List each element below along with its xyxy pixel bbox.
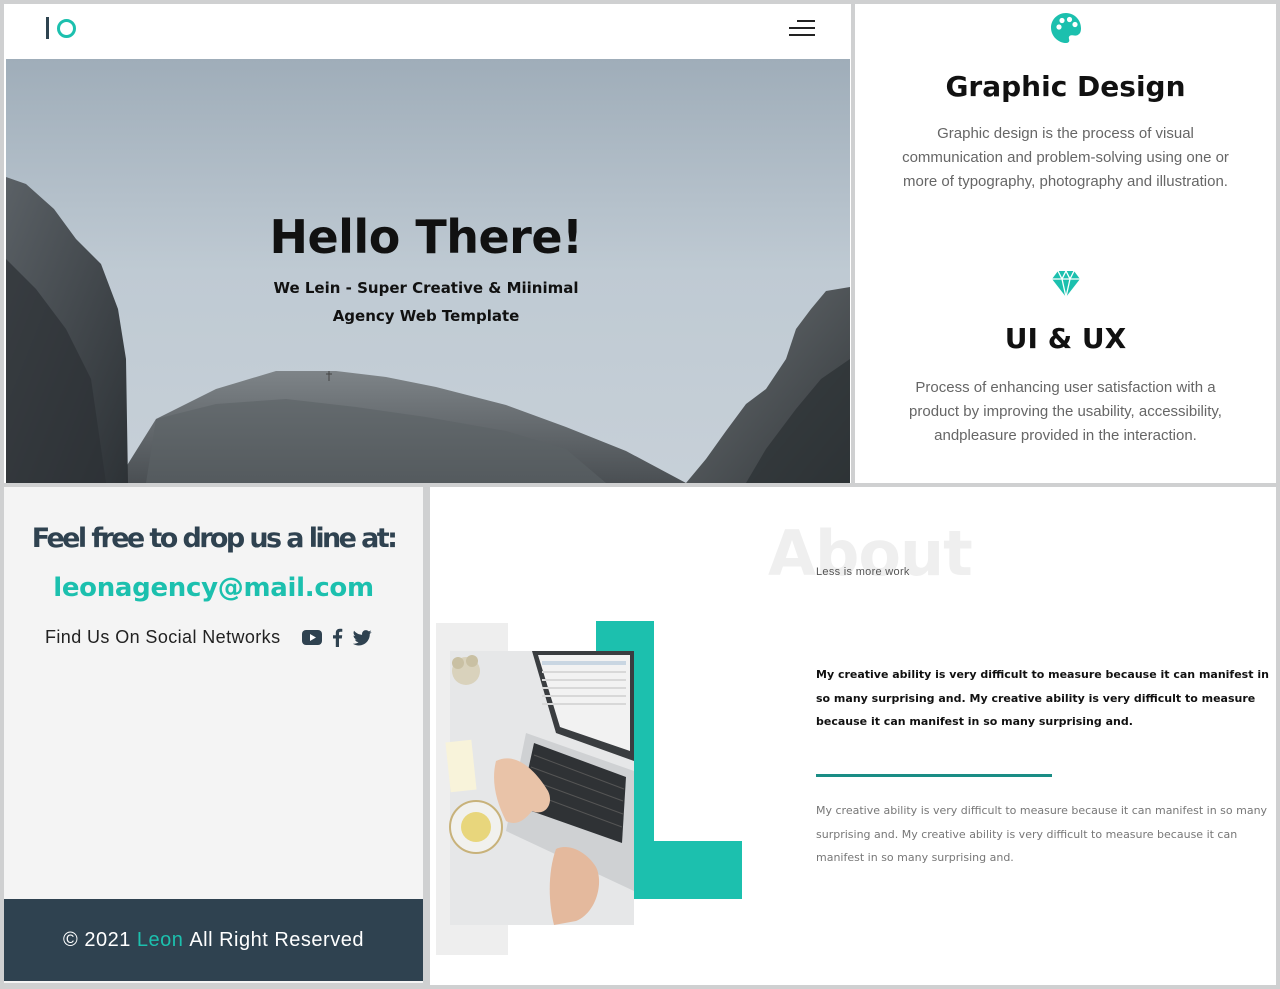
twitter-icon[interactable] [353, 629, 373, 646]
hero-subtitle-line-1: We Lein - Super Creative & Miinimal [273, 279, 579, 297]
service-title: UI & UX [1004, 322, 1127, 355]
palette-icon [1050, 13, 1081, 43]
footer-bar: © 2021 Leon All Right Reserved [4, 899, 423, 981]
contact-panel: Feel free to drop us a line at: leonagen… [4, 487, 423, 983]
contact-email-link[interactable]: leonagency@mail.com [4, 573, 423, 603]
about-laptop-illustration [436, 621, 742, 955]
hero-subtitle: We Lein - Super Creative & Miinimal Agen… [4, 274, 848, 330]
about-paragraph-light: My creative ability is very difficult to… [816, 804, 1268, 864]
hamburger-menu-icon[interactable] [789, 18, 815, 38]
social-row: Find Us On Social Networks [45, 627, 373, 648]
footer-rights: All Right Reserved [189, 928, 364, 951]
service-description: Graphic design is the process of visual … [902, 125, 1229, 190]
about-background-title: About [768, 517, 973, 590]
about-subtitle: Less is more work [816, 566, 910, 578]
social-label: Find Us On Social Networks [45, 627, 281, 647]
diamond-icon [1051, 270, 1080, 298]
hero-panel: Hello There! We Lein - Super Creative & … [4, 4, 851, 483]
facebook-icon[interactable] [332, 628, 343, 647]
top-navbar [4, 4, 851, 59]
about-paragraph-bold: My creative ability is very difficult to… [816, 668, 1269, 728]
footer-copyright: © 2021 [63, 928, 131, 951]
logo[interactable] [46, 17, 76, 39]
footer-brand-link[interactable]: Leon [137, 929, 184, 952]
services-panel: Graphic Design Graphic design is the pro… [855, 4, 1276, 483]
hero-title: Hello There! [269, 210, 583, 264]
logo-bar-mark [46, 17, 49, 39]
logo-ring-mark [57, 18, 76, 38]
hero-subtitle-line-2: Agency Web Template [332, 307, 520, 325]
youtube-icon[interactable] [302, 630, 323, 645]
service-graphic-design: Graphic Design Graphic design is the pro… [855, 12, 1276, 194]
social-icons [292, 628, 373, 647]
about-divider [816, 774, 1052, 777]
service-ui-ux: UI & UX Process of enhancing user satisf… [855, 270, 1276, 448]
contact-heading: Feel free to drop us a line at: [31, 523, 398, 554]
service-title: Graphic Design [945, 70, 1186, 103]
hero-text-block: Hello There! We Lein - Super Creative & … [4, 210, 848, 330]
about-panel: About Less is more work My creative abil… [430, 487, 1276, 985]
service-description: Process of enhancing user satisfaction w… [909, 379, 1222, 444]
